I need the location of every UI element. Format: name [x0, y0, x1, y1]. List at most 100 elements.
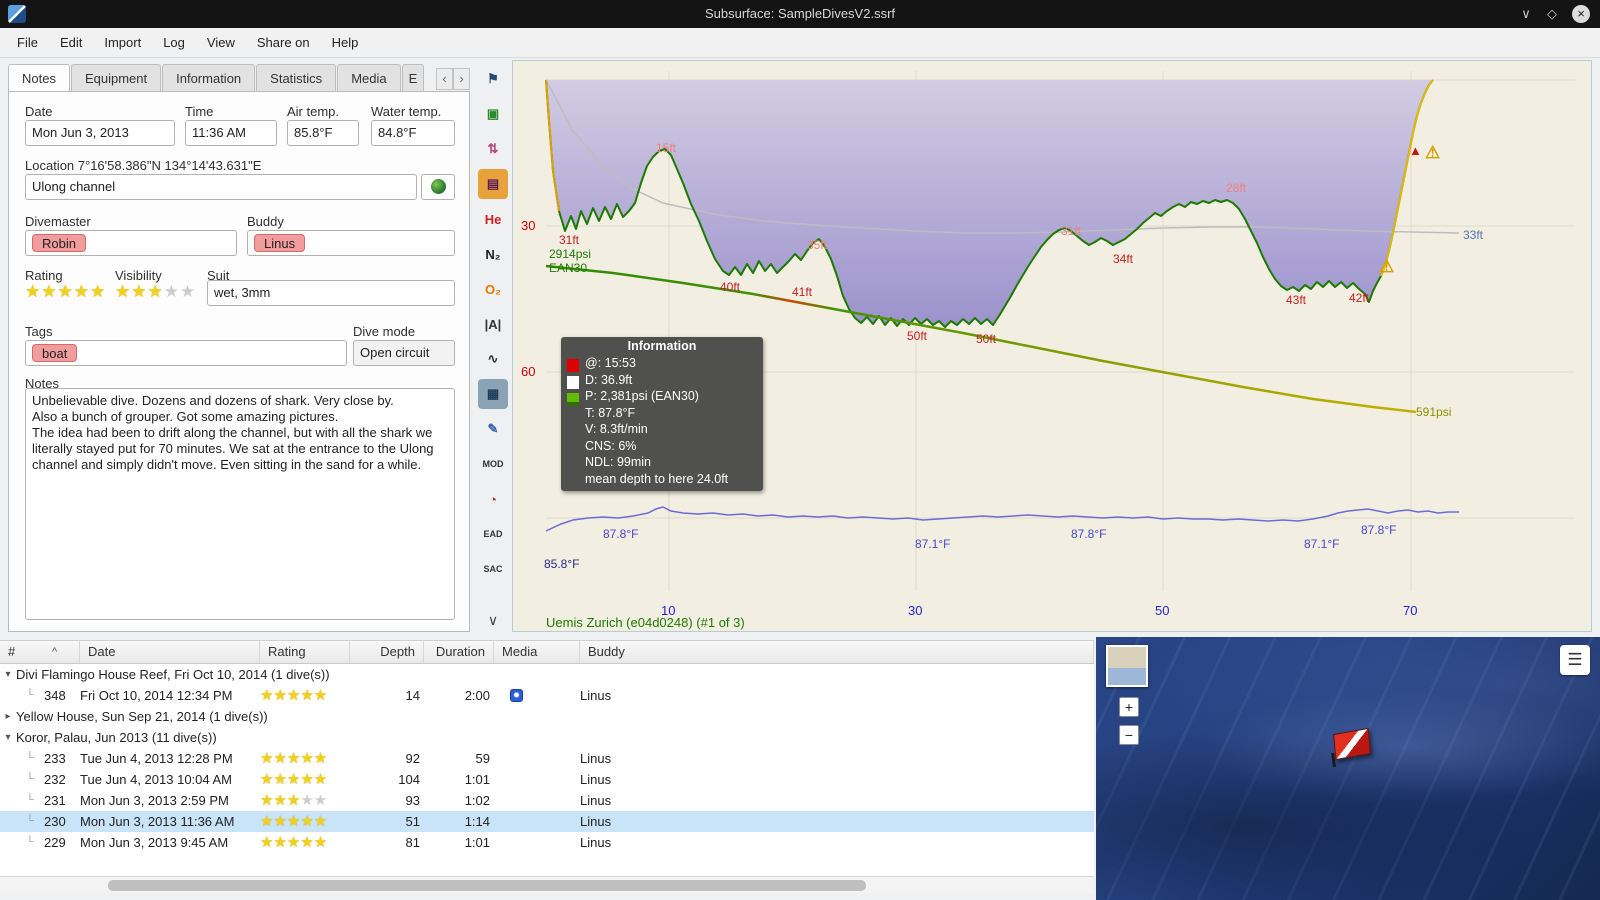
- column-header-date[interactable]: Date: [80, 641, 260, 663]
- column-header-rating[interactable]: Rating: [260, 641, 350, 663]
- dive-profile-chart[interactable]: 30 60 10 30 50 70 2914psi EAN30 591psi 3…: [512, 60, 1592, 632]
- scale-toggle-icon[interactable]: ⇅: [478, 134, 508, 164]
- dive-buddy: Linus: [580, 814, 612, 829]
- date-combobox[interactable]: Mon Jun 3, 2013: [25, 120, 175, 146]
- tissues-icon[interactable]: |A|: [478, 309, 508, 339]
- temp-label: 87.8°F: [1071, 527, 1107, 541]
- collapse-caret-icon[interactable]: ▾: [0, 664, 16, 685]
- pp-nitrogen-icon[interactable]: N₂: [478, 239, 508, 269]
- window-maximize-icon[interactable]: ◇: [1542, 4, 1562, 24]
- ead-icon[interactable]: EAD: [478, 519, 508, 549]
- divemaster-chip[interactable]: Robin: [32, 234, 86, 252]
- heart-rate-icon[interactable]: ∿: [478, 344, 508, 374]
- tab-bar: Notes Equipment Information Statistics M…: [8, 64, 470, 92]
- tags-field[interactable]: boat: [25, 340, 347, 366]
- dive-computer-label: Uemis Zurich (e04d0248) (#1 of 3): [546, 615, 745, 630]
- tab-media[interactable]: Media: [337, 64, 401, 92]
- menu-edit[interactable]: Edit: [49, 28, 93, 58]
- tab-scroll-left-icon[interactable]: ‹: [436, 68, 453, 90]
- tab-extra[interactable]: E: [401, 64, 425, 92]
- dive-depth: 104: [398, 772, 420, 787]
- dive-row[interactable]: └ 229 Mon Jun 3, 2013 9:45 AM ★★★★★ 81 1:…: [0, 832, 1094, 853]
- visibility-stars[interactable]: ★★★★★: [115, 282, 196, 302]
- dive-number: └ 233: [0, 748, 80, 769]
- end-pressure-label: 591psi: [1416, 405, 1452, 419]
- profile-info-box: Information @: 15:53 D: 36.9ft P: 2,381p…: [561, 337, 763, 491]
- media-icon[interactable]: [510, 689, 523, 702]
- picture-overlay-icon[interactable]: ▤: [478, 169, 508, 199]
- location-field[interactable]: Ulong channel: [25, 174, 417, 200]
- zoom-in-button[interactable]: +: [1119, 697, 1139, 717]
- column-header-num[interactable]: # ^: [0, 641, 80, 663]
- globe-button[interactable]: [421, 174, 455, 200]
- water-temp-field[interactable]: 84.8°F: [371, 120, 455, 146]
- event-color-chip: [567, 359, 579, 372]
- dive-mode-combobox[interactable]: Open circuit: [353, 340, 455, 366]
- dive-row[interactable]: └ 233 Tue Jun 4, 2013 12:28 PM ★★★★★ 92 5…: [0, 748, 1094, 769]
- dc-ceiling-icon[interactable]: ⚑: [478, 64, 508, 94]
- trip-row[interactable]: ▾ Divi Flamingo House Reef, Fri Oct 10, …: [0, 664, 1094, 685]
- suit-field[interactable]: wet, 3mm: [207, 280, 455, 306]
- photos-icon[interactable]: ▣: [478, 99, 508, 129]
- menu-help[interactable]: Help: [321, 28, 370, 58]
- tab-notes[interactable]: Notes: [8, 64, 70, 92]
- zoom-out-button[interactable]: −: [1119, 725, 1139, 745]
- column-header-depth[interactable]: Depth: [350, 641, 424, 663]
- air-temp-field[interactable]: 85.8°F: [287, 120, 359, 146]
- menu-log[interactable]: Log: [152, 28, 196, 58]
- dive-row[interactable]: └ 232 Tue Jun 4, 2013 10:04 AM ★★★★★ 104 …: [0, 769, 1094, 790]
- show-photos-icon[interactable]: ▦: [478, 379, 508, 409]
- buddy-field[interactable]: Linus: [247, 230, 455, 256]
- tab-scroll-right-icon[interactable]: ›: [453, 68, 470, 90]
- tab-equipment[interactable]: Equipment: [70, 64, 162, 92]
- window-close-icon[interactable]: ×: [1572, 5, 1590, 23]
- dive-media: [494, 685, 580, 706]
- buddy-chip[interactable]: Linus: [254, 234, 306, 252]
- sac-icon[interactable]: SAC: [478, 554, 508, 584]
- ruler-icon[interactable]: ✎: [478, 414, 508, 444]
- notes-textarea[interactable]: Unbelievable dive. Dozens and dozens of …: [25, 388, 455, 620]
- column-header-media[interactable]: Media: [494, 641, 580, 663]
- scrollbar-thumb[interactable]: [108, 880, 866, 891]
- dive-flag-marker[interactable]: [1333, 727, 1371, 761]
- tab-information[interactable]: Information: [162, 64, 256, 92]
- tag-chip[interactable]: boat: [32, 344, 78, 362]
- collapse-caret-icon[interactable]: ▾: [0, 727, 16, 748]
- window-shade-icon[interactable]: ∨: [1516, 4, 1536, 24]
- trip-row[interactable]: ▸ Yellow House, Sun Sep 21, 2014 (1 dive…: [0, 706, 1094, 727]
- pp-helium-icon[interactable]: He: [478, 204, 508, 234]
- pp-oxygen-icon[interactable]: O₂: [478, 274, 508, 304]
- map-overview-inset[interactable]: [1106, 645, 1148, 687]
- dive-site-map[interactable]: + − ☰: [1096, 637, 1600, 900]
- mod-icon[interactable]: MOD: [478, 449, 508, 479]
- tab-statistics[interactable]: Statistics: [256, 64, 337, 92]
- dive-row-selected[interactable]: └ 230 Mon Jun 3, 2013 11:36 AM ★★★★★ 51 1…: [0, 811, 1094, 832]
- dive-row[interactable]: └ 348 Fri Oct 10, 2014 12:34 PM ★★★★★ 14 …: [0, 685, 1094, 706]
- collapse-caret-icon[interactable]: ▸: [0, 706, 16, 727]
- dive-depth: 51: [405, 814, 420, 829]
- menu-import[interactable]: Import: [93, 28, 152, 58]
- trip-row[interactable]: ▾ Koror, Palau, Jun 2013 (11 dive(s)): [0, 727, 1094, 748]
- tree-branch-icon: └: [26, 752, 34, 764]
- info-row: D: 36.9ft: [585, 372, 633, 387]
- depth-label: 40ft: [720, 280, 741, 294]
- toolbar-collapse-icon[interactable]: ∨: [478, 612, 508, 632]
- profile-toolbar: ⚑ ▣ ⇅ ▤ He N₂ O₂ |A| ∿ ▦ ✎ MOD ◔ EAD SAC…: [476, 64, 510, 634]
- horizontal-scrollbar[interactable]: [0, 876, 1094, 893]
- dive-media: [494, 769, 580, 790]
- dive-row[interactable]: └ 231 Mon Jun 3, 2013 2:59 PM ★★★★★ 93 1:…: [0, 790, 1094, 811]
- divemaster-field[interactable]: Robin: [25, 230, 237, 256]
- temp-label: 87.8°F: [1361, 523, 1397, 537]
- deco-time-icon[interactable]: ◔: [478, 484, 508, 514]
- menu-share-on[interactable]: Share on: [246, 28, 321, 58]
- menu-file[interactable]: File: [6, 28, 49, 58]
- window-title: Subsurface: SampleDivesV2.ssrf: [704, 6, 896, 21]
- time-spinbox[interactable]: 11:36 AM: [185, 120, 277, 146]
- column-header-duration[interactable]: Duration: [424, 641, 494, 663]
- depth-label: 41ft: [792, 285, 813, 299]
- column-header-buddy[interactable]: Buddy: [580, 641, 1094, 663]
- map-menu-icon[interactable]: ☰: [1560, 645, 1590, 675]
- rating-stars[interactable]: ★★★★★: [25, 282, 106, 302]
- menu-view[interactable]: View: [196, 28, 246, 58]
- dive-list-header: # ^ Date Rating Depth Duration Media Budd…: [0, 641, 1094, 664]
